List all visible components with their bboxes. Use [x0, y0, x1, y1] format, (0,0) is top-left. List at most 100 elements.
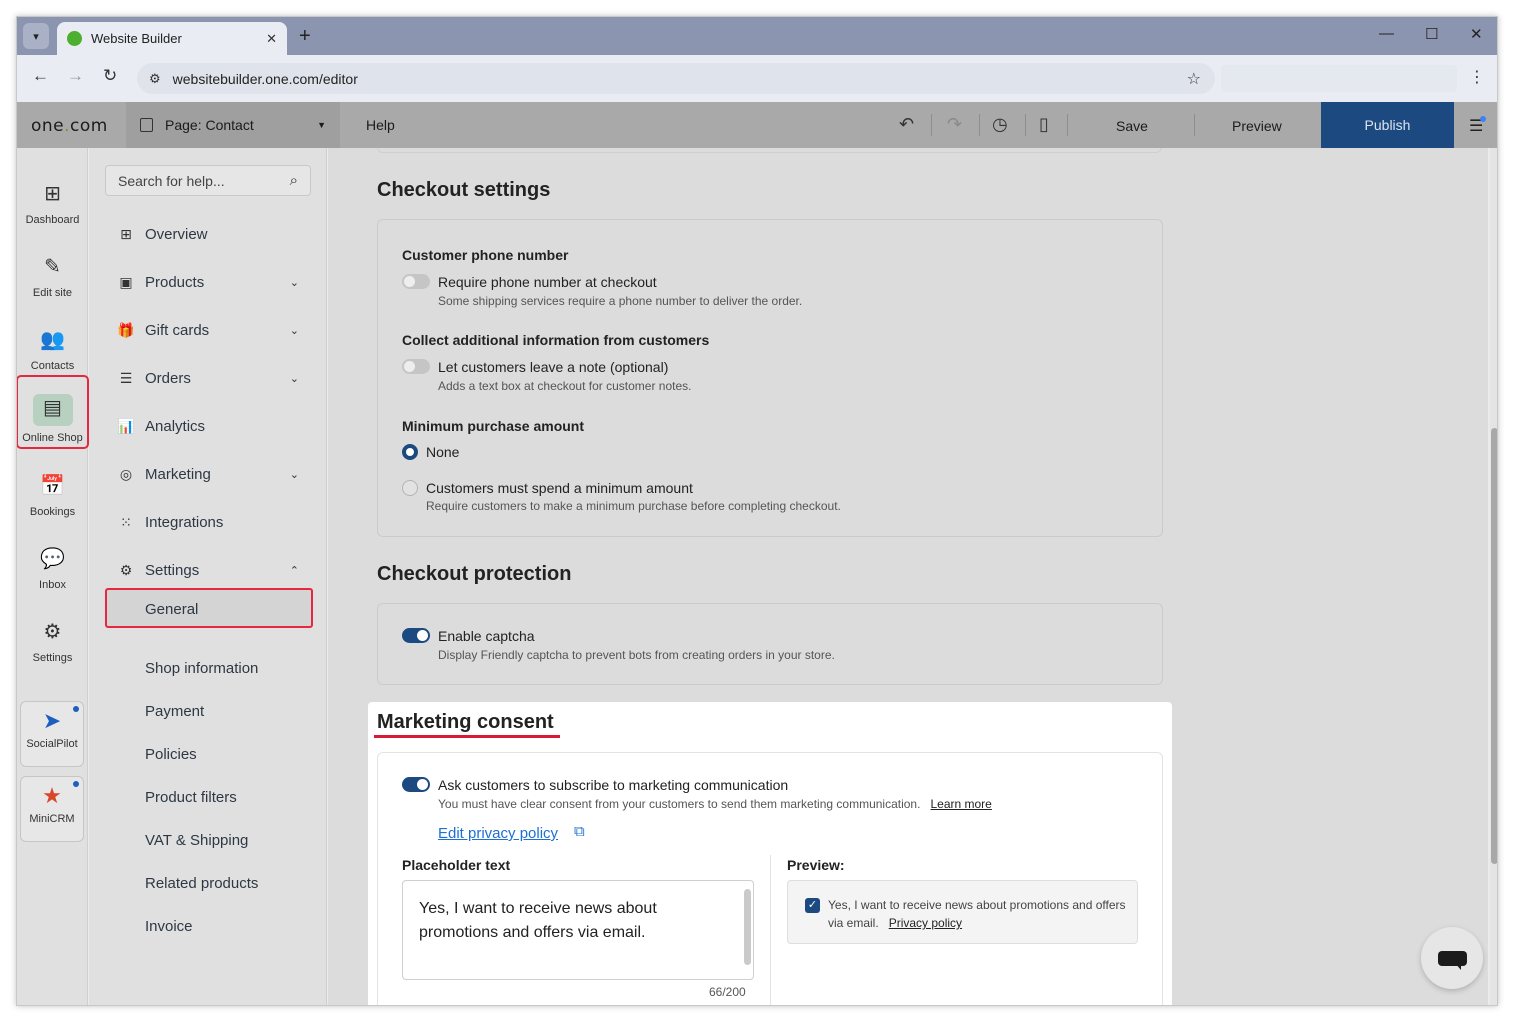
chevron-down-icon: ▼: [317, 120, 326, 130]
settings-policies-item[interactable]: Policies: [145, 746, 197, 763]
captcha-toggle[interactable]: [402, 628, 430, 643]
history-icon[interactable]: ◷: [992, 114, 1008, 135]
phone-option-text: Require phone number at checkout: [438, 274, 657, 290]
chevron-down-icon: ⌄: [289, 324, 299, 337]
marketing-consent-toggle[interactable]: [402, 777, 430, 792]
phone-label: Customer phone number: [402, 247, 569, 263]
window-close-icon[interactable]: ✕: [1470, 25, 1483, 43]
settings-related-products-item[interactable]: Related products: [145, 875, 258, 892]
min-custom-desc: Require customers to make a minimum purc…: [426, 499, 841, 513]
mobile-view-icon[interactable]: ▯: [1039, 114, 1049, 135]
notification-dot: [1480, 116, 1486, 122]
grid-icon: ⊞: [120, 225, 132, 242]
undo-icon[interactable]: ↶: [899, 114, 914, 135]
rail-app-socialpilot[interactable]: ➤ SocialPilot: [20, 701, 84, 767]
rail-settings[interactable]: ⚙ Settings: [17, 610, 88, 678]
learn-more-link[interactable]: Learn more: [930, 797, 991, 811]
textarea-scrollbar[interactable]: [744, 889, 751, 965]
socialpilot-icon: ➤: [42, 708, 62, 733]
bookmark-star-icon[interactable]: ☆: [1187, 69, 1201, 89]
divider: [1067, 114, 1068, 136]
online-shop-highlight: [17, 375, 89, 449]
placeholder-text-label: Placeholder text: [402, 857, 511, 873]
sidebar-item-analytics[interactable]: 📊 Analytics: [117, 414, 299, 438]
publish-button[interactable]: Publish: [1321, 102, 1454, 148]
page-selector[interactable]: Page: Contact ▼: [126, 102, 340, 148]
one-com-logo[interactable]: one.com: [31, 116, 108, 136]
consent-preview-box: ✓ Yes, I want to receive news about prom…: [787, 880, 1138, 944]
site-info-icon[interactable]: ⚙: [149, 71, 161, 87]
page-icon: [140, 118, 153, 132]
captcha-option-desc: Display Friendly captcha to prevent bots…: [438, 648, 835, 662]
tab-search-dropdown[interactable]: ▾: [23, 23, 49, 49]
sidebar-item-gift-cards[interactable]: 🎁 Gift cards ⌄: [117, 318, 299, 342]
rail-edit-site[interactable]: ✎ Edit site: [17, 245, 88, 313]
box-icon: ▣: [119, 273, 133, 290]
chat-icon: [1438, 951, 1467, 966]
customer-note-toggle[interactable]: [402, 359, 430, 374]
settings-invoice-item[interactable]: Invoice: [145, 918, 193, 935]
title-underline: [374, 735, 560, 738]
back-icon[interactable]: ←: [32, 66, 49, 86]
divider: [1025, 114, 1026, 136]
settings-shop-information-item[interactable]: Shop information: [145, 660, 258, 677]
settings-general-item[interactable]: General: [105, 588, 313, 628]
tab-close-icon[interactable]: ✕: [266, 31, 277, 47]
sidebar-item-marketing[interactable]: ◎ Marketing ⌄: [117, 462, 299, 486]
character-counter: 66/200: [709, 985, 746, 999]
checkout-protection-card: Enable captcha Display Friendly captcha …: [377, 603, 1163, 685]
forward-icon[interactable]: →: [67, 66, 84, 86]
address-bar[interactable]: ⚙ websitebuilder.one.com/editor ☆: [137, 63, 1215, 94]
extension-area: [1221, 65, 1457, 92]
min-none-radio[interactable]: [402, 444, 418, 460]
sidebar-item-products[interactable]: ▣ Products ⌄: [117, 270, 299, 294]
sidebar-item-integrations[interactable]: ⁙ Integrations: [117, 510, 299, 534]
browser-menu-icon[interactable]: ⋮: [1469, 67, 1485, 87]
rail-dashboard[interactable]: ⊞ Dashboard: [17, 172, 88, 240]
edit-privacy-policy-link[interactable]: Edit privacy policy: [438, 825, 558, 842]
placeholder-textarea[interactable]: Yes, I want to receive news about promot…: [402, 880, 754, 980]
rail-app-minicrm[interactable]: ★ MiniCRM: [20, 776, 84, 842]
help-menu[interactable]: Help: [366, 117, 395, 133]
sidebar-item-settings[interactable]: ⚙ Settings ⌃: [117, 558, 299, 582]
gear-icon: ⚙: [43, 621, 62, 643]
save-button[interactable]: Save: [1116, 118, 1148, 134]
target-icon: ◎: [119, 465, 133, 482]
scrollbar-thumb[interactable]: [1491, 428, 1497, 864]
maximize-icon[interactable]: ☐: [1425, 25, 1438, 43]
settings-vat-shipping-item[interactable]: VAT & Shipping: [145, 832, 248, 849]
rail-inbox[interactable]: 💬 Inbox: [17, 537, 88, 605]
privacy-policy-link[interactable]: Privacy policy: [889, 916, 962, 930]
rail-bookings[interactable]: 📅 Bookings: [17, 464, 88, 532]
reload-icon[interactable]: ↻: [103, 66, 117, 86]
sidebar-item-overview[interactable]: ⊞ Overview: [117, 222, 299, 246]
contacts-icon: 👥: [40, 329, 65, 351]
app-rail: ⊞ Dashboard ✎ Edit site 👥 Contacts ▤ Onl…: [17, 148, 89, 1005]
list-icon: ☰: [119, 369, 133, 386]
gear-icon: ⚙: [119, 561, 133, 578]
browser-tab[interactable]: Website Builder ✕: [57, 22, 287, 55]
chat-support-button[interactable]: [1421, 927, 1483, 989]
tab-title: Website Builder: [91, 31, 182, 46]
calendar-icon: 📅: [40, 475, 65, 497]
settings-payment-item[interactable]: Payment: [145, 703, 204, 720]
new-tab-button[interactable]: +: [299, 25, 311, 48]
browser-window: ▾ Website Builder ✕ + — ☐ ✕ ← → ↻ ⚙ webs…: [16, 16, 1498, 1006]
min-custom-radio[interactable]: [402, 480, 418, 496]
preview-label: Preview:: [787, 857, 845, 873]
help-search-input[interactable]: Search for help... ⌕: [105, 165, 311, 196]
marketing-consent-title: Marketing consent: [377, 711, 554, 733]
redo-icon[interactable]: ↷: [947, 114, 962, 135]
main-scrollbar[interactable]: [1490, 148, 1497, 1005]
search-icon[interactable]: ⌕: [290, 172, 298, 189]
preview-button[interactable]: Preview: [1232, 118, 1282, 134]
phone-option-desc: Some shipping services require a phone n…: [438, 294, 803, 308]
minimize-icon[interactable]: —: [1379, 25, 1394, 42]
settings-product-filters-item[interactable]: Product filters: [145, 789, 237, 806]
phone-required-toggle[interactable]: [402, 274, 430, 289]
chevron-up-icon: ⌃: [289, 564, 299, 577]
divider: [770, 855, 771, 1005]
sidebar-item-orders[interactable]: ☰ Orders ⌄: [117, 366, 299, 390]
external-link-icon[interactable]: ⧉: [574, 823, 585, 840]
checkout-settings-card: Customer phone number Require phone numb…: [377, 219, 1163, 537]
